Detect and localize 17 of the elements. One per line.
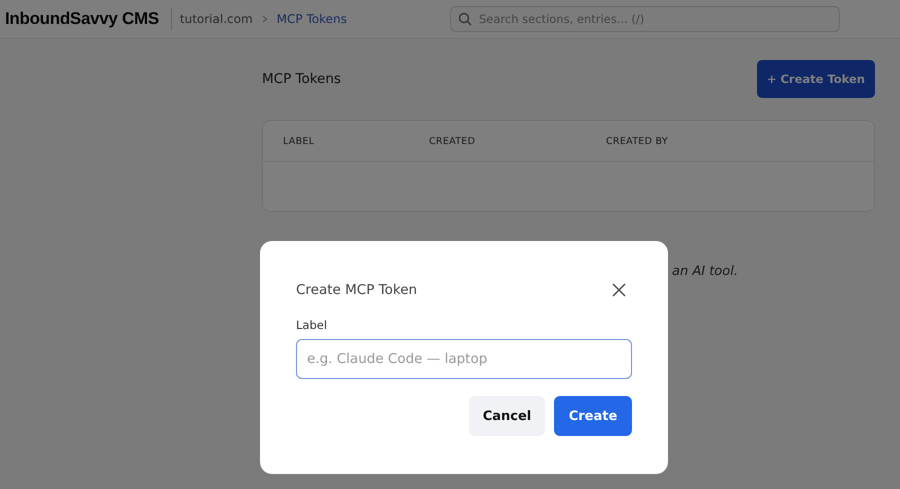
field-label: Label	[296, 318, 328, 332]
close-icon[interactable]	[612, 283, 626, 297]
page-title: MCP Tokens	[262, 71, 341, 87]
breadcrumb-link[interactable]: MCP Tokens	[276, 12, 347, 26]
column-header: CREATED BY	[606, 136, 669, 146]
chevron-icon	[262, 15, 268, 23]
cancel-button[interactable]: Cancel	[469, 396, 545, 436]
dialog-title: Create MCP Token	[296, 282, 418, 298]
search-field[interactable]: Search sections, entries... (/)	[450, 6, 840, 32]
app-logo[interactable]: InboundSavvy CMS	[5, 9, 159, 29]
hint-text: an AI tool.	[672, 264, 738, 279]
create-token-button[interactable]: + Create Token	[756, 60, 875, 98]
column-header: LABEL	[283, 136, 316, 146]
column-header: CREATED	[429, 136, 476, 146]
breadcrumb-link[interactable]: tutorial.com	[180, 12, 253, 26]
create-button[interactable]: Create	[554, 396, 632, 436]
label-input[interactable]: e.g. Claude Code — laptop	[296, 339, 632, 379]
